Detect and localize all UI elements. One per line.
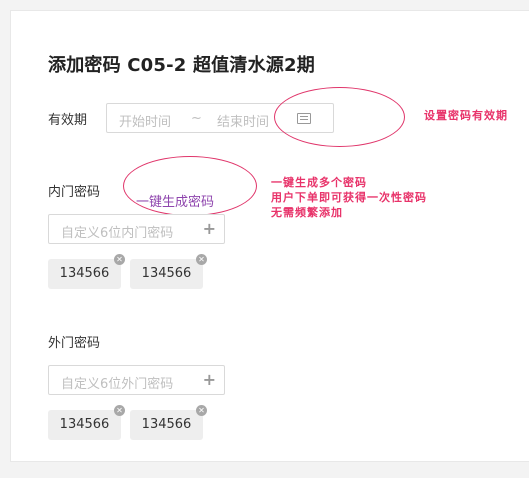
end-time-placeholder[interactable]: 结束时间 [217, 111, 269, 130]
remove-tag-icon[interactable]: ✕ [114, 405, 125, 416]
outer-password-input[interactable]: 自定义6位外门密码 + [48, 365, 225, 395]
validity-label: 有效期 [48, 113, 88, 128]
annotation-validity: 设置密码有效期 [424, 109, 508, 122]
remove-tag-icon[interactable]: ✕ [114, 254, 125, 265]
tag-value: 134566 [141, 266, 192, 281]
inner-password-label: 内门密码 [48, 185, 101, 200]
outer-password-label: 外门密码 [48, 336, 101, 351]
annotation-circle-generate [123, 156, 257, 216]
outer-password-tag: 134566 ✕ [130, 405, 207, 440]
tag-value: 134566 [59, 266, 110, 281]
annotation-generate-line1: 一键生成多个密码 [271, 176, 367, 189]
page-title: 添加密码 C05-2 超值清水源2期 [48, 55, 315, 76]
remove-tag-icon[interactable]: ✕ [196, 405, 207, 416]
range-separator: ~ [191, 111, 202, 126]
annotation-generate-line2: 用户下单即可获得一次性密码 [271, 191, 427, 204]
inner-password-input[interactable]: 自定义6位内门密码 + [48, 214, 225, 244]
outer-password-placeholder: 自定义6位外门密码 [61, 377, 174, 392]
add-outer-password-icon[interactable]: + [203, 370, 216, 389]
inner-password-tag: 134566 ✕ [48, 254, 125, 289]
form-panel: 添加密码 C05-2 超值清水源2期 有效期 开始时间 ~ 结束时间 设置密码有… [10, 10, 529, 462]
tag-value: 134566 [59, 417, 110, 432]
tag-value: 134566 [141, 417, 192, 432]
start-time-placeholder[interactable]: 开始时间 [119, 111, 171, 130]
annotation-circle-validity [274, 87, 405, 147]
inner-password-tag: 134566 ✕ [130, 254, 207, 289]
add-inner-password-icon[interactable]: + [203, 219, 216, 238]
outer-password-tag: 134566 ✕ [48, 405, 125, 440]
inner-password-placeholder: 自定义6位内门密码 [61, 226, 174, 241]
remove-tag-icon[interactable]: ✕ [196, 254, 207, 265]
annotation-generate-line3: 无需频繁添加 [271, 206, 343, 219]
